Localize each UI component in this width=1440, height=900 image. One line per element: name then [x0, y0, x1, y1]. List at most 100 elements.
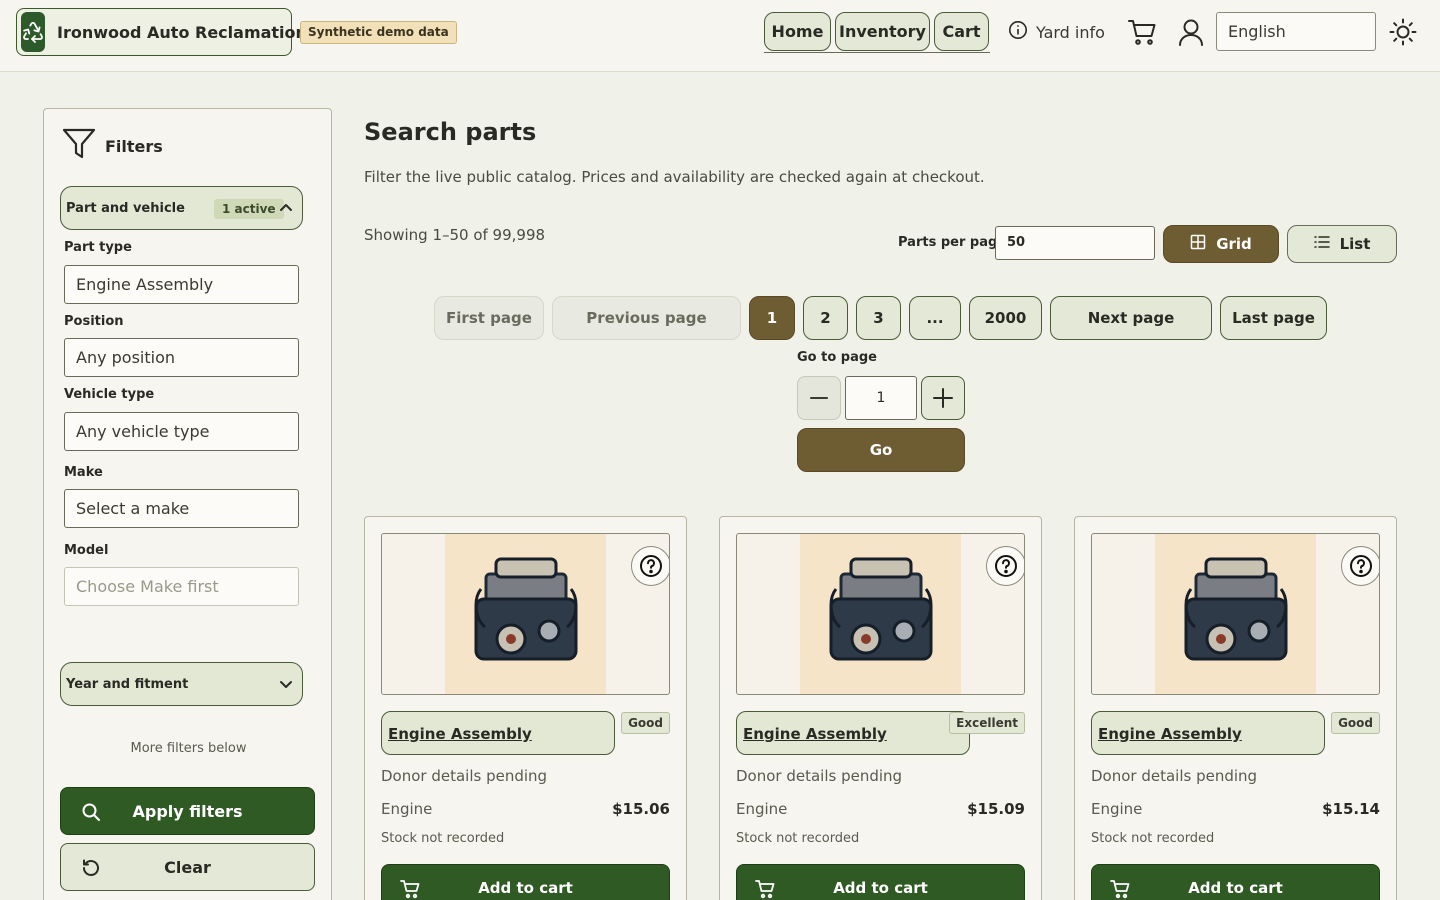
help-icon[interactable]	[986, 546, 1024, 586]
vehicle-type-field[interactable]: Any vehicle type	[64, 412, 299, 451]
active-filter-count-badge: 1 active	[214, 199, 284, 219]
condition-badge: Good	[1331, 712, 1380, 734]
nav-cart[interactable]: Cart	[934, 12, 989, 51]
nav-home[interactable]: Home	[764, 12, 831, 51]
apply-filters-button[interactable]: Apply filters	[60, 787, 315, 835]
price: $15.06	[612, 800, 670, 818]
clear-filters-button[interactable]: Clear	[60, 843, 315, 891]
help-icon[interactable]	[1341, 546, 1379, 586]
product-name-link[interactable]: Engine Assembly	[381, 711, 615, 755]
language-select[interactable]: English	[1216, 12, 1376, 51]
product-card: Engine Assembly Good Donor details pendi…	[364, 516, 687, 900]
stock-status: Stock not recorded	[1091, 831, 1215, 846]
stock-status: Stock not recorded	[381, 831, 505, 846]
cart-icon[interactable]	[1126, 16, 1158, 48]
per-page-label: Parts per page	[898, 235, 1007, 250]
list-view-button[interactable]: List	[1287, 225, 1397, 263]
model-field[interactable]: Choose Make first	[64, 567, 299, 606]
donor-details: Donor details pending	[381, 767, 548, 785]
condition-badge: Good	[621, 712, 670, 734]
engine-image	[800, 534, 961, 694]
product-name-link[interactable]: Engine Assembly	[1091, 711, 1325, 755]
grid-icon	[1190, 234, 1206, 254]
vehicle-type-label: Vehicle type	[64, 387, 155, 402]
add-to-cart-button[interactable]: Add to cart	[736, 864, 1025, 900]
theme-toggle-sun-icon[interactable]	[1388, 17, 1418, 47]
accordion-year-fitment-label: Year and fitment	[66, 676, 189, 692]
price: $15.09	[967, 800, 1025, 818]
filters-heading: Filters	[62, 127, 163, 165]
go-button[interactable]: Go	[797, 428, 965, 472]
part-category: Engine	[381, 800, 433, 818]
add-to-cart-button[interactable]: Add to cart	[381, 864, 670, 900]
make-field[interactable]: Select a make	[64, 489, 299, 528]
cart-icon	[1110, 879, 1130, 900]
plus-icon	[933, 388, 953, 408]
increment-page-button[interactable]	[921, 376, 965, 420]
filter-funnel-icon	[62, 127, 96, 165]
product-image[interactable]	[381, 533, 670, 695]
page-2-button[interactable]: 2	[803, 296, 848, 340]
minus-icon	[810, 397, 828, 399]
demo-data-badge: Synthetic demo data	[300, 21, 457, 44]
first-page-button[interactable]: First page	[434, 296, 544, 340]
engine-image	[1155, 534, 1316, 694]
chevron-up-icon	[278, 200, 294, 220]
make-label: Make	[64, 465, 103, 480]
page-title: Search parts	[364, 118, 537, 146]
yard-info-link[interactable]: Yard info	[1008, 20, 1105, 44]
product-name-link[interactable]: Engine Assembly	[736, 711, 970, 755]
nav-inventory[interactable]: Inventory	[835, 12, 930, 51]
yard-info-label: Yard info	[1036, 22, 1105, 42]
part-type-field[interactable]: Engine Assembly	[64, 265, 299, 304]
part-type-label: Part type	[64, 240, 132, 255]
cart-icon	[400, 879, 420, 900]
accordion-part-vehicle[interactable]: Part and vehicle 1 active	[60, 186, 303, 230]
position-field[interactable]: Any position	[64, 338, 299, 377]
more-filters-hint: More filters below	[130, 741, 247, 756]
position-label: Position	[64, 314, 124, 329]
list-icon	[1313, 234, 1330, 254]
page-1-button[interactable]: 1	[749, 296, 795, 340]
go-to-page-label: Go to page	[797, 350, 877, 365]
decrement-page-button[interactable]	[797, 376, 841, 420]
chevron-down-icon	[278, 676, 294, 696]
engine-image	[445, 534, 606, 694]
next-page-button[interactable]: Next page	[1050, 296, 1212, 340]
search-icon	[81, 802, 101, 826]
filters-sidebar: Filters Part and vehicle 1 active Part t…	[43, 108, 332, 900]
donor-details: Donor details pending	[1091, 767, 1258, 785]
condition-badge: Excellent	[949, 712, 1025, 734]
page-3-button[interactable]: 3	[856, 296, 901, 340]
part-category: Engine	[1091, 800, 1143, 818]
price: $15.14	[1322, 800, 1380, 818]
product-image[interactable]	[736, 533, 1025, 695]
add-to-cart-button[interactable]: Add to cart	[1091, 864, 1380, 900]
part-category: Engine	[736, 800, 788, 818]
page-2000-button[interactable]: 2000	[969, 296, 1042, 340]
page-subtitle: Filter the live public catalog. Prices a…	[364, 168, 985, 186]
info-icon	[1008, 20, 1028, 44]
previous-page-button[interactable]: Previous page	[552, 296, 741, 340]
product-image[interactable]	[1091, 533, 1380, 695]
go-to-page-input[interactable]: 1	[845, 376, 917, 420]
page-ellipsis-button[interactable]: ...	[909, 296, 961, 340]
last-page-button[interactable]: Last page	[1220, 296, 1327, 340]
accordion-part-vehicle-label: Part and vehicle	[66, 200, 185, 216]
results-count: Showing 1–50 of 99,998	[364, 226, 546, 244]
product-card: Engine Assembly Good Donor details pendi…	[1074, 516, 1397, 900]
cart-icon	[755, 879, 775, 900]
nav-divider	[764, 52, 990, 53]
donor-details: Donor details pending	[736, 767, 903, 785]
site-header: Ironwood Auto Reclamation Synthetic demo…	[0, 0, 1440, 72]
help-icon[interactable]	[631, 546, 669, 586]
recycle-logo-icon	[21, 12, 45, 52]
stock-status: Stock not recorded	[736, 831, 860, 846]
product-card: Engine Assembly Excellent Donor details …	[719, 516, 1042, 900]
per-page-input[interactable]: 50	[995, 226, 1155, 260]
account-icon[interactable]	[1176, 16, 1206, 48]
brand-home-link[interactable]: Ironwood Auto Reclamation	[16, 8, 307, 56]
grid-view-button[interactable]: Grid	[1163, 225, 1279, 263]
accordion-year-fitment[interactable]: Year and fitment	[60, 662, 303, 706]
brand-name: Ironwood Auto Reclamation	[57, 22, 307, 42]
